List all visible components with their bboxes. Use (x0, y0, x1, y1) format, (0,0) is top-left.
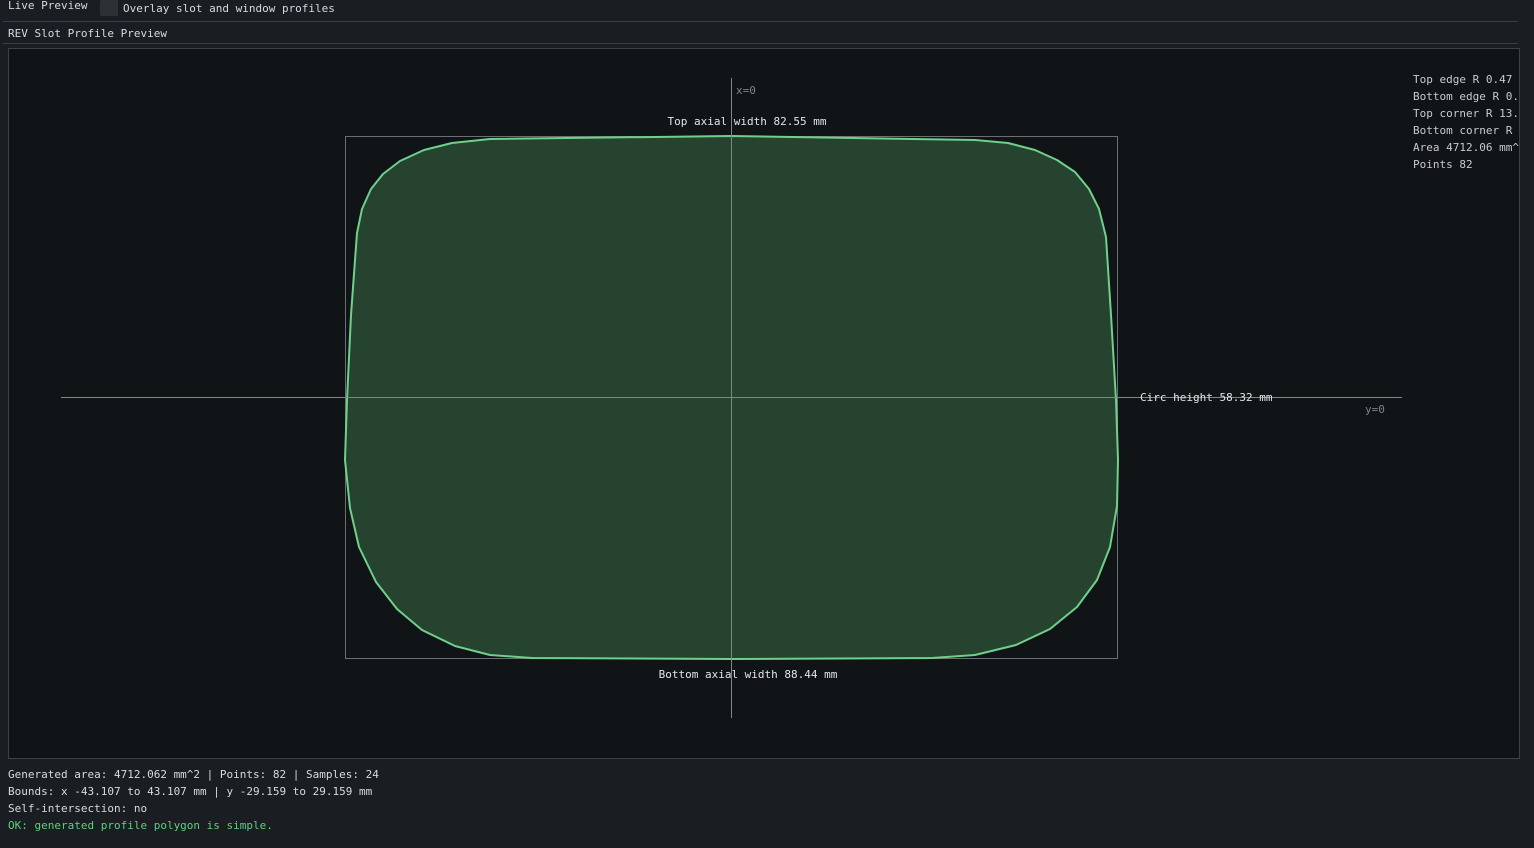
overlay-checkbox-label[interactable]: Overlay slot and window profiles (123, 2, 335, 16)
stat-top-corner: Top corner R 13. (1413, 107, 1519, 120)
self-intersection-line: Self-intersection: no (8, 802, 148, 815)
stat-points: Points 82 (1413, 158, 1473, 171)
live-preview-label: Live Preview (8, 0, 88, 12)
profile-preview-canvas[interactable]: x=0 y=0 Top axial width 82.55 mm Bottom … (8, 48, 1520, 759)
top-width-label: Top axial width 82.55 mm (668, 115, 827, 128)
generated-area-line: Generated area: 4712.062 mm^2 | Points: … (8, 768, 379, 781)
stat-area: Area 4712.06 mm^ (1413, 141, 1519, 154)
stat-bottom-corner: Bottom corner R (1413, 124, 1513, 137)
top-toolbar: Live Preview Overlay slot and window pro… (0, 0, 1534, 20)
profile-stats-panel: Top edge R 0.47 Bottom edge R 0. Top cor… (1413, 71, 1523, 173)
stat-bottom-edge: Bottom edge R 0. (1413, 90, 1519, 103)
stat-top-edge: Top edge R 0.47 (1413, 73, 1513, 86)
section-title: REV Slot Profile Preview (8, 27, 167, 40)
divider (3, 21, 1518, 22)
status-footer: Generated area: 4712.062 mm^2 | Points: … (8, 766, 379, 834)
circ-height-label: Circ height 58.32 mm (1140, 391, 1273, 404)
bottom-width-label: Bottom axial width 88.44 mm (659, 668, 838, 681)
divider (3, 43, 1518, 44)
profile-preview-svg: x=0 y=0 Top axial width 82.55 mm Bottom … (61, 78, 1402, 718)
validation-status: OK: generated profile polygon is simple. (8, 819, 273, 832)
y-axis-label: y=0 (1365, 403, 1385, 416)
x-axis-label: x=0 (736, 84, 756, 97)
overlay-checkbox[interactable] (100, 0, 118, 16)
bounds-line: Bounds: x -43.107 to 43.107 mm | y -29.1… (8, 785, 373, 798)
